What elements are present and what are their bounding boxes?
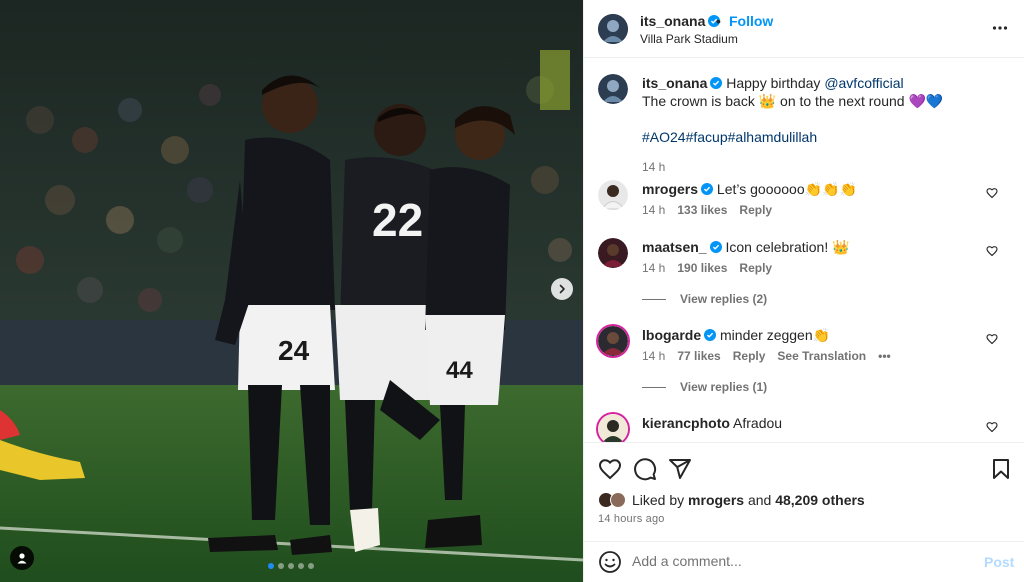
commenter-avatar[interactable] [598, 414, 628, 442]
comment-text: Let’s goooooo👏👏👏 [716, 181, 857, 197]
comment-like-heart-icon[interactable] [986, 421, 998, 433]
post-actions: Liked by mrogers and 48,209 others 14 ho… [584, 442, 1024, 582]
post-photo: 22 24 44 [0, 0, 583, 582]
comment-text: Icon celebration! 👑 [725, 239, 850, 255]
commenter-avatar[interactable] [598, 326, 628, 356]
tagged-users-button[interactable] [10, 546, 34, 570]
likes-summary[interactable]: Liked by mrogers and 48,209 others [598, 492, 865, 508]
caption-meta: 14 h [642, 160, 665, 174]
comment-bubble-icon[interactable] [633, 457, 657, 481]
comment-like-heart-icon[interactable] [986, 245, 998, 257]
carousel-indicator [268, 563, 314, 569]
jersey-number-44: 44 [446, 357, 473, 384]
comment-time: 14 h [642, 349, 666, 363]
caption-text-line2: The crown is back 👑 on to the next round… [642, 93, 944, 109]
caption-time: 14 h [642, 160, 666, 174]
comment-likes[interactable]: 77 likes [677, 349, 720, 363]
emoji-icon[interactable] [598, 550, 622, 574]
comments-list[interactable]: its_onana Happy birthday @avfcofficial T… [584, 58, 1024, 442]
comment-meta: 14 h 190 likes Reply [642, 261, 772, 275]
reply-button[interactable]: Reply [739, 203, 772, 217]
comment-time: 14 h [642, 203, 666, 217]
comment-input[interactable] [632, 553, 962, 569]
post-timestamp[interactable]: 14 hours ago [598, 513, 665, 525]
comment-meta: 14 h 133 likes Reply [642, 203, 772, 217]
reply-button[interactable]: Reply [739, 261, 772, 275]
carousel-dot [308, 563, 314, 569]
view-replies-button[interactable]: View replies (2) [642, 292, 767, 306]
post-dialog: 22 24 44 its_onana • Follow Villa Park S… [0, 0, 1024, 582]
verified-badge-icon [701, 183, 714, 195]
carousel-dot [268, 563, 274, 569]
caption-mention[interactable]: @avfcofficial [824, 75, 903, 91]
replies-divider [642, 298, 666, 300]
caption-username[interactable]: its_onana [642, 75, 707, 91]
post-header: its_onana • Follow Villa Park Stadium [584, 0, 1024, 58]
likes-count[interactable]: 48,209 others [775, 492, 865, 508]
chevron-right-icon [559, 284, 565, 294]
comment-username[interactable]: mrogers [642, 181, 698, 197]
commenter-avatar[interactable] [598, 238, 628, 268]
post-location[interactable]: Villa Park Stadium [640, 32, 738, 46]
post-side-panel: its_onana • Follow Villa Park Stadium it… [583, 0, 1024, 582]
add-comment-bar: Post [584, 541, 1024, 582]
comment-meta: 14 h 77 likes Reply See Translation ••• [642, 349, 891, 363]
comment-like-heart-icon[interactable] [986, 187, 998, 199]
save-bookmark-icon[interactable] [989, 457, 1013, 481]
view-replies-button[interactable]: View replies (1) [642, 380, 767, 394]
comment-username[interactable]: kierancphoto [642, 415, 730, 431]
jersey-number-24: 24 [278, 335, 310, 366]
user-icon [17, 553, 27, 564]
comment-likes[interactable]: 190 likes [677, 261, 727, 275]
header-separator: • [716, 13, 721, 29]
carousel-next-button[interactable] [551, 278, 573, 300]
caption-hashtags[interactable]: #AO24#facup#alhamdulillah [642, 129, 817, 145]
liker-avatar [610, 492, 626, 508]
carousel-dot [298, 563, 304, 569]
view-replies-label[interactable]: View replies (2) [680, 292, 767, 306]
comment-username[interactable]: maatsen_ [642, 239, 707, 255]
author-avatar[interactable] [598, 14, 628, 44]
carousel-dot [288, 563, 294, 569]
follow-button[interactable]: Follow [729, 13, 773, 29]
see-translation-button[interactable]: See Translation [777, 349, 866, 363]
comment-text: Afradou [733, 415, 783, 431]
jersey-number-22: 22 [372, 194, 423, 246]
verified-badge-icon [704, 329, 717, 341]
post-media[interactable]: 22 24 44 [0, 0, 583, 582]
likes-user[interactable]: mrogers [688, 492, 744, 508]
commenter-avatar[interactable] [598, 180, 628, 210]
reply-button[interactable]: Reply [733, 349, 766, 363]
comment-text: minder zeggen👏 [720, 327, 831, 343]
likes-middle: and [744, 492, 776, 508]
post-comment-button[interactable]: Post [984, 554, 1014, 570]
replies-divider [642, 386, 666, 388]
more-horizontal-icon[interactable] [992, 20, 1008, 36]
verified-badge-icon [709, 241, 722, 253]
share-paper-plane-icon[interactable] [668, 457, 692, 481]
view-replies-label[interactable]: View replies (1) [680, 380, 767, 394]
comment-username[interactable]: lbogarde [642, 327, 701, 343]
author-username[interactable]: its_onana [640, 13, 721, 29]
verified-badge-icon [710, 77, 723, 89]
likes-prefix: Liked by [632, 492, 689, 508]
comment-time: 14 h [642, 261, 666, 275]
author-avatar[interactable] [598, 74, 628, 104]
comment-like-heart-icon[interactable] [986, 333, 998, 345]
caption-text: Happy birthday [726, 75, 825, 91]
carousel-dot [278, 563, 284, 569]
comment-options-button[interactable]: ••• [878, 349, 891, 363]
like-heart-icon[interactable] [598, 457, 622, 481]
comment-likes[interactable]: 133 likes [677, 203, 727, 217]
